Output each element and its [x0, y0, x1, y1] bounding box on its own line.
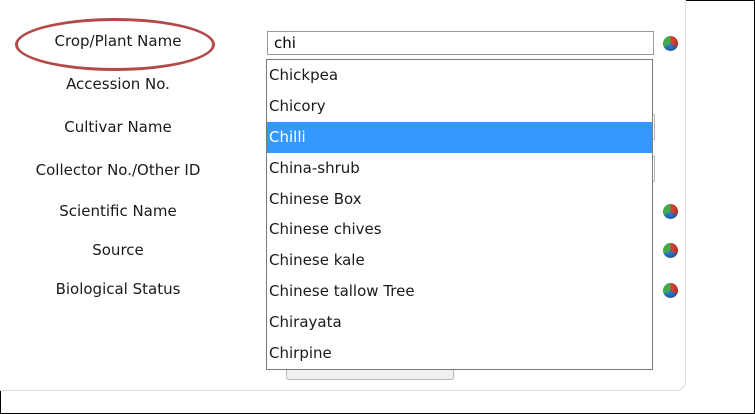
globe-icon[interactable]: [663, 283, 678, 298]
cultivar-name-label: Cultivar Name: [64, 118, 172, 136]
dropdown-option[interactable]: Chilli: [267, 121, 652, 153]
globe-icon[interactable]: [663, 204, 678, 219]
dropdown-option[interactable]: Chirpine: [267, 338, 652, 369]
globe-icon[interactable]: [663, 243, 678, 258]
dropdown-option[interactable]: Chickpea: [267, 60, 652, 91]
dropdown-option[interactable]: Chinese Box: [267, 184, 652, 215]
dropdown-option[interactable]: Chicory: [267, 91, 652, 122]
dropdown-option[interactable]: Chinese tallow Tree: [267, 276, 652, 307]
collector-no-label: Collector No./Other ID: [35, 161, 201, 179]
dropdown-option[interactable]: Chinese kale: [267, 245, 652, 276]
window-frame: Crop/Plant Name Accession No. Cultivar N…: [0, 0, 755, 414]
crop-name-input[interactable]: [267, 31, 654, 55]
scientific-name-label: Scientific Name: [59, 202, 177, 220]
dropdown-option[interactable]: China-shrub: [267, 153, 652, 184]
crop-name-label: Crop/Plant Name: [54, 32, 182, 50]
dropdown-option[interactable]: Chirayata: [267, 307, 652, 338]
dropdown-option[interactable]: Chinese chives: [267, 214, 652, 245]
autocomplete-dropdown[interactable]: Chickpea Chicory Chilli China-shrub Chinese …: [266, 59, 653, 370]
accession-no-label: Accession No.: [66, 75, 170, 93]
globe-icon[interactable]: [663, 36, 678, 51]
biological-status-label: Biological Status: [55, 280, 181, 298]
source-label: Source: [92, 241, 144, 259]
